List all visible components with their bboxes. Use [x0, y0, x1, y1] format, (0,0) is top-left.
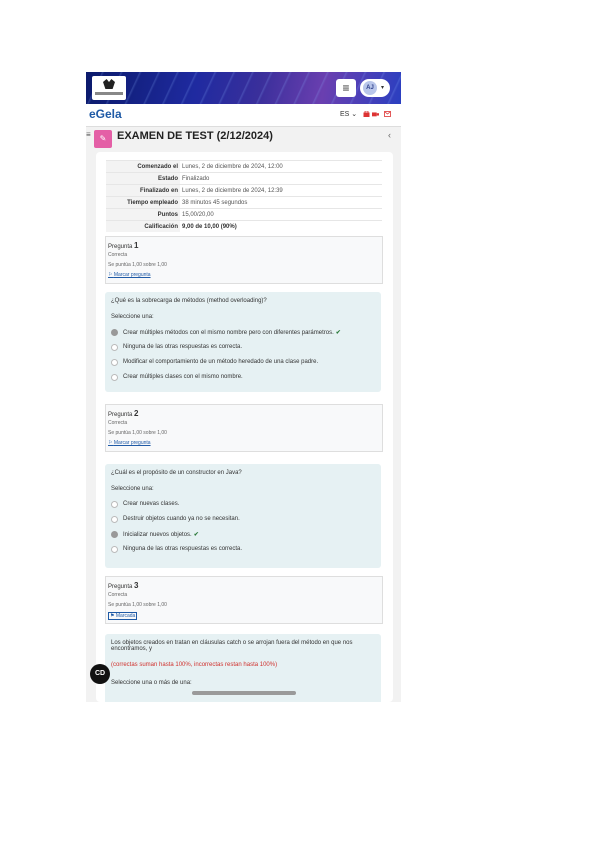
page-title: EXAMEN DE TEST (2/12/2024) — [117, 130, 273, 142]
select-instruction: Seleccione una o más de una: — [111, 680, 192, 686]
question-prefix: Pregunta — [108, 244, 133, 250]
radio-button[interactable] — [111, 531, 118, 538]
summary-label: Finalizado en — [106, 184, 180, 197]
question-text-2: ¿Cuál es el propósito de un constructor … — [105, 464, 381, 568]
question-number: 3 — [134, 581, 139, 590]
question-prompt: ¿Qué es la sobrecarga de métodos (method… — [111, 298, 267, 304]
avatar: AJ — [363, 81, 377, 95]
main-content: Comenzado el Lunes, 2 de diciembre de 202… — [96, 152, 393, 702]
question-points: Se puntúa 1,00 sobre 1,00 — [108, 602, 167, 608]
user-menu-button[interactable]: AJ ▾ — [360, 79, 390, 97]
chevron-down-icon: ▾ — [381, 85, 385, 91]
top-navbar: eGela ES ⌄ — [86, 104, 401, 127]
question-state: Correcta — [108, 252, 128, 258]
radio-button[interactable] — [111, 501, 118, 508]
select-instruction: Seleccione una: — [111, 486, 154, 492]
table-row: Finalizado en Lunes, 2 de diciembre de 20… — [106, 184, 382, 197]
table-row: Comenzado el Lunes, 2 de diciembre de 202… — [106, 160, 382, 173]
summary-label: Comenzado el — [106, 160, 180, 173]
floating-action-button[interactable]: CD — [90, 664, 110, 684]
radio-button[interactable] — [111, 359, 118, 366]
summary-value: 9,00 de 10,00 (90%) — [180, 220, 382, 232]
sidebar-toggle-icon[interactable]: ≡ — [86, 130, 91, 139]
flag-question-link[interactable]: ⚑ Marcada — [108, 612, 138, 620]
quiz-icon: ✎ — [94, 130, 112, 148]
language-selector[interactable]: ES ⌄ — [340, 110, 357, 118]
messages-icon[interactable] — [384, 111, 391, 117]
question-prompt: Los objetos creados en tratan en cláusul… — [111, 640, 353, 652]
question-points: Se puntúa 1,00 sobre 1,00 — [108, 262, 167, 268]
check-icon: ✔ — [335, 330, 341, 336]
question-prefix: Pregunta — [108, 584, 133, 590]
question-state: Correcta — [108, 592, 128, 598]
question-state: Correcta — [108, 420, 128, 426]
summary-value: Lunes, 2 de diciembre de 2024, 12:39 — [180, 184, 382, 197]
table-row: Puntos 15,00/20,00 — [106, 208, 382, 221]
question-number: 2 — [134, 409, 139, 418]
mobile-screen: ≡ AJ ▾ eGela ES ⌄ ≡ ✎ EXAMEN DE TEST (2/… — [86, 72, 401, 702]
summary-label: Puntos — [106, 208, 180, 221]
hamburger-icon[interactable]: ≡ — [336, 79, 356, 97]
university-logo[interactable] — [92, 76, 126, 100]
radio-button[interactable] — [111, 374, 118, 381]
university-banner: ≡ AJ ▾ — [86, 72, 401, 104]
table-row: Calificación 9,00 de 10,00 (90%) — [106, 220, 382, 232]
attempt-summary-table: Comenzado el Lunes, 2 de diciembre de 202… — [106, 160, 382, 232]
question-number: 1 — [134, 241, 139, 250]
radio-button[interactable] — [111, 546, 118, 553]
summary-label: Estado — [106, 172, 180, 185]
summary-label: Calificación — [106, 220, 180, 232]
question-prompt: ¿Cuál es el propósito de un constructor … — [111, 470, 242, 476]
radio-button[interactable] — [111, 344, 118, 351]
site-brand[interactable]: eGela — [89, 107, 122, 121]
summary-value: Finalizado — [180, 172, 382, 185]
summary-value: Lunes, 2 de diciembre de 2024, 12:00 — [180, 160, 382, 173]
table-row: Tiempo empleado 38 minutos 45 segundos — [106, 196, 382, 209]
question-info-1: Pregunta 1 Correcta Se puntúa 1,00 sobre… — [105, 236, 383, 284]
radio-button[interactable] — [111, 329, 118, 336]
check-icon: ✔ — [193, 532, 199, 538]
notifications-icon[interactable] — [372, 111, 379, 117]
summary-value: 15,00/20,00 — [180, 208, 382, 221]
grading-note: (correctas suman hasta 100%, incorrectas… — [111, 662, 278, 668]
shopping-bag-icon[interactable] — [363, 111, 370, 117]
collapse-icon[interactable]: ‹ — [388, 130, 391, 140]
question-info-3: Pregunta 3 Correcta Se puntúa 1,00 sobre… — [105, 576, 383, 624]
summary-value: 38 minutos 45 segundos — [180, 196, 382, 209]
table-row: Estado Finalizado — [106, 172, 382, 185]
flag-question-link[interactable]: ⚐ Marcar pregunta — [108, 440, 151, 446]
select-instruction: Seleccione una: — [111, 314, 154, 320]
question-text-1: ¿Qué es la sobrecarga de métodos (method… — [105, 292, 381, 392]
question-info-2: Pregunta 2 Correcta Se puntúa 1,00 sobre… — [105, 404, 383, 452]
radio-button[interactable] — [111, 516, 118, 523]
summary-label: Tiempo empleado — [106, 196, 180, 209]
question-points: Se puntúa 1,00 sobre 1,00 — [108, 430, 167, 436]
question-prefix: Pregunta — [108, 412, 133, 418]
flag-question-link[interactable]: ⚐ Marcar pregunta — [108, 272, 151, 278]
home-indicator[interactable] — [192, 691, 296, 695]
